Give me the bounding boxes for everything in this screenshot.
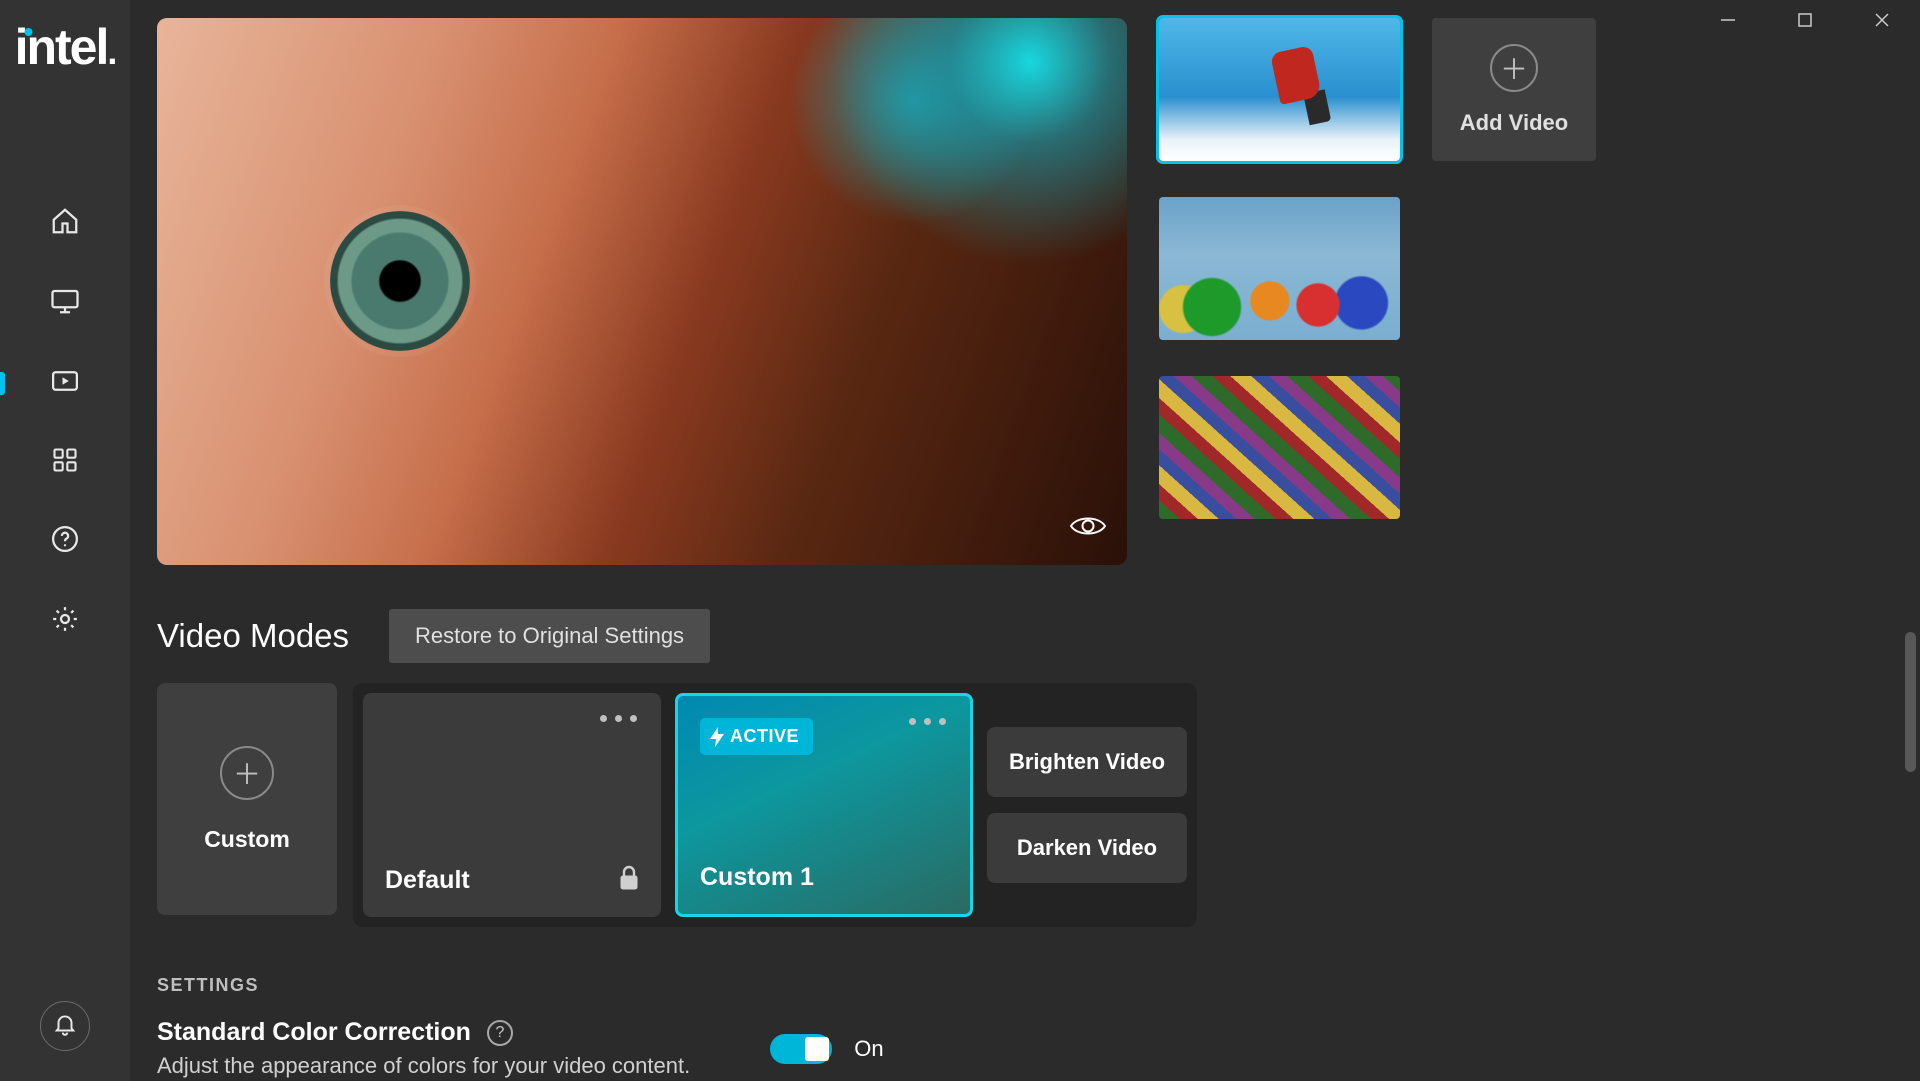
sidebar-item-display[interactable]: [0, 286, 130, 321]
sidebar-item-help[interactable]: [0, 524, 130, 559]
thumbnail-2[interactable]: [1159, 197, 1400, 340]
help-icon[interactable]: ?: [487, 1020, 513, 1046]
home-icon: [50, 206, 80, 241]
plus-icon: ＋: [220, 746, 274, 800]
thumbnail-1[interactable]: [1159, 18, 1400, 161]
sidebar-item-video[interactable]: [0, 366, 130, 401]
sidebar-item-apps[interactable]: [0, 446, 130, 479]
video-modes-heading: Video Modes: [157, 617, 349, 655]
add-custom-mode-label: Custom: [204, 826, 290, 853]
scrollbar-thumb[interactable]: [1905, 632, 1916, 772]
preview-toggle-icon[interactable]: [1069, 512, 1107, 545]
restore-settings-button[interactable]: Restore to Original Settings: [389, 609, 710, 663]
mode-card-custom-1[interactable]: ACTIVE Custom 1: [675, 693, 973, 917]
sidebar-nav: [0, 206, 130, 639]
notifications-button[interactable]: [40, 1001, 90, 1051]
window-maximize-button[interactable]: [1766, 0, 1843, 40]
add-video-button[interactable]: ＋ Add Video: [1432, 18, 1596, 161]
settings-heading: SETTINGS: [157, 975, 1880, 996]
mode-menu-icon[interactable]: [909, 718, 946, 725]
scrollbar[interactable]: [1902, 0, 1918, 1081]
add-custom-mode-button[interactable]: ＋ Custom: [157, 683, 337, 915]
bell-icon: [52, 1011, 78, 1042]
brighten-video-button[interactable]: Brighten Video: [987, 727, 1187, 797]
brand-logo: •intel.: [15, 18, 116, 76]
video-play-icon: [50, 366, 80, 401]
main-content: ＋ Add Video Video Modes Restore to Origi…: [130, 0, 1920, 1081]
setting-standard-color-correction: Standard Color Correction ? Adjust the a…: [157, 1018, 1880, 1079]
window-close-button[interactable]: [1843, 0, 1920, 40]
thumbnail-3[interactable]: [1159, 376, 1400, 519]
toggle-state-label: On: [854, 1036, 883, 1062]
video-quick-actions: Brighten Video Darken Video: [987, 693, 1187, 917]
monitor-icon: [50, 286, 80, 321]
video-thumbnails: [1159, 18, 1400, 565]
plus-icon: ＋: [1490, 44, 1538, 92]
active-badge: ACTIVE: [700, 718, 813, 755]
add-video-label: Add Video: [1460, 110, 1568, 136]
sidebar-item-settings[interactable]: [0, 604, 130, 639]
color-correction-toggle[interactable]: [770, 1034, 832, 1064]
question-icon: [50, 524, 80, 559]
gear-icon: [50, 604, 80, 639]
setting-title: Standard Color Correction: [157, 1018, 471, 1047]
video-preview[interactable]: [157, 18, 1127, 565]
mode-label: Custom 1: [700, 863, 948, 892]
window-minimize-button[interactable]: [1689, 0, 1766, 40]
lock-icon: [617, 864, 641, 897]
mode-menu-icon[interactable]: [600, 715, 637, 722]
mode-card-default[interactable]: Default: [363, 693, 661, 917]
mode-cards-group: Default ACTIVE Custom 1 Brighten Video: [353, 683, 1197, 927]
window-controls: [1689, 0, 1920, 40]
grid-icon: [51, 446, 79, 479]
mode-label: Default: [385, 866, 639, 895]
darken-video-button[interactable]: Darken Video: [987, 813, 1187, 883]
sidebar: •intel.: [0, 0, 130, 1081]
setting-description: Adjust the appearance of colors for your…: [157, 1053, 690, 1079]
sidebar-item-home[interactable]: [0, 206, 130, 241]
